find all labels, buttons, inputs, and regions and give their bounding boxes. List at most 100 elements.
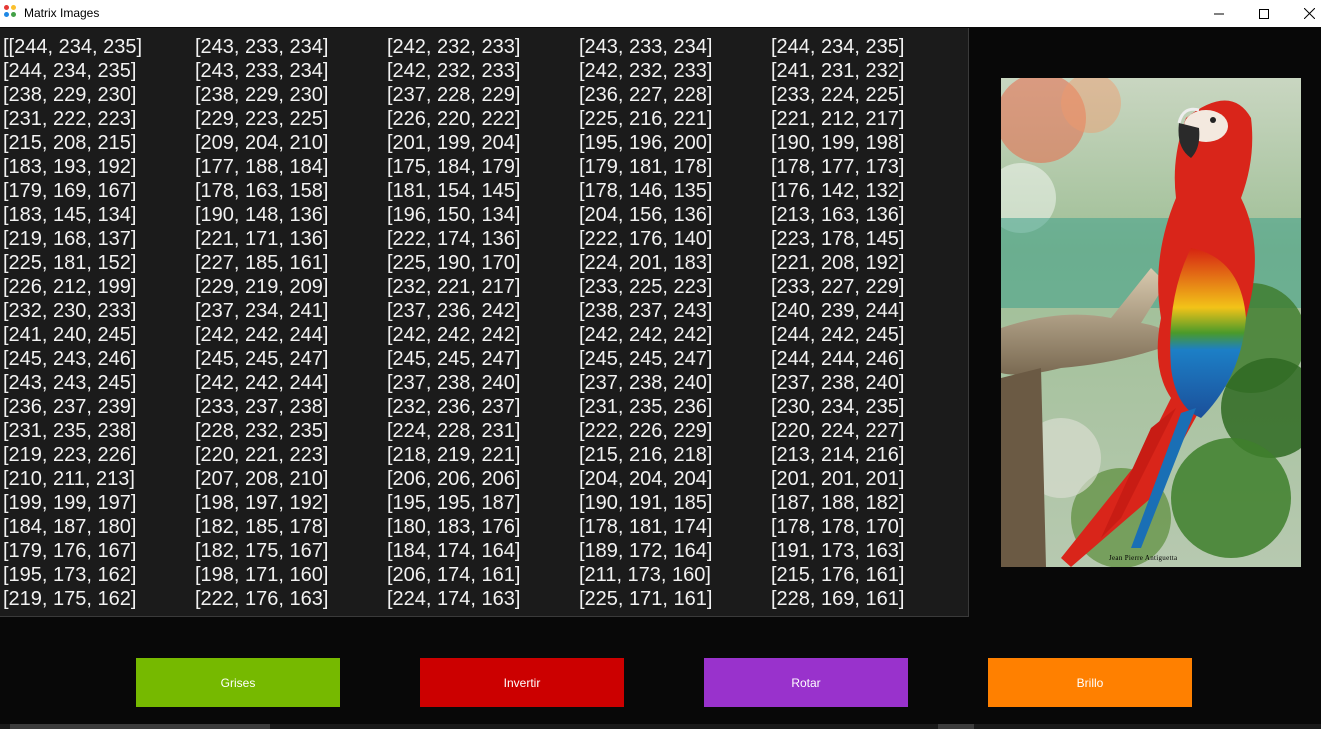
scrollbar-thumb-secondary[interactable]: [938, 724, 974, 729]
matrix-cell: [237, 238, 240]: [579, 372, 713, 394]
matrix-cell: [179, 169, 167]: [3, 180, 137, 202]
matrix-cell: [190, 148, 136]: [195, 204, 329, 226]
matrix-cell: [178, 181, 174]: [579, 516, 713, 538]
rotar-button[interactable]: Rotar: [704, 658, 908, 707]
matrix-cell: [201, 199, 204]: [387, 132, 521, 154]
matrix-cell: [233, 227, 229]: [771, 276, 905, 298]
matrix-cell: [221, 208, 192]: [771, 252, 905, 274]
grises-button[interactable]: Grises: [136, 658, 340, 707]
matrix-cell: [237, 238, 240]: [771, 372, 905, 394]
matrix-cell: [238, 237, 243]: [579, 300, 713, 322]
matrix-cell: [242, 242, 242]: [387, 324, 521, 346]
matrix-cell: [178, 178, 170]: [771, 516, 905, 538]
matrix-cell: [222, 176, 140]: [579, 228, 713, 250]
matrix-cell: [231, 235, 236]: [579, 396, 713, 418]
matrix-cell: [244, 234, 235]: [771, 36, 905, 58]
matrix-cell: [242, 232, 233]: [579, 60, 713, 82]
matrix-cell: [179, 176, 167]: [3, 540, 137, 562]
matrix-cell: [231, 235, 238]: [3, 420, 137, 442]
matrix-cell: [219, 168, 137]: [3, 228, 137, 250]
invertir-button-label: Invertir: [503, 675, 541, 690]
matrix-cell: [211, 173, 160]: [579, 564, 711, 586]
matrix-cell: [237, 238, 240]: [387, 372, 521, 394]
matrix-text-panel[interactable]: [[244, 234, 235] [243, 233, 234] [242, 232…: [0, 28, 969, 617]
matrix-cell: [190, 191, 185]: [579, 492, 713, 514]
matrix-cell: [184, 174, 164]: [387, 540, 521, 562]
matrix-cell: [204, 204, 204]: [579, 468, 713, 490]
matrix-cell: [228, 169, 161]: [771, 588, 905, 610]
matrix-cell: [244, 242, 245]: [771, 324, 905, 346]
title-bar: Matrix Images: [0, 0, 1321, 27]
matrix-cell: [195, 195, 187]: [387, 492, 521, 514]
matrix-cell: [204, 156, 136]: [579, 204, 713, 226]
matrix-cell: [244, 244, 246]: [771, 348, 905, 370]
close-button[interactable]: [1286, 0, 1321, 27]
matrix-cell: [175, 184, 179]: [387, 156, 521, 178]
matrix-cell: [232, 236, 237]: [387, 396, 521, 418]
matrix-cell: [220, 224, 227]: [771, 420, 905, 442]
matrix-cell: [245, 243, 246]: [3, 348, 137, 370]
matrix-cell: [237, 236, 242]: [387, 300, 521, 322]
matrix-cell: [215, 176, 161]: [771, 564, 905, 586]
matrix-cell: [177, 188, 184]: [195, 156, 329, 178]
matrix-cell: [238, 229, 230]: [3, 84, 137, 106]
matrix-cell: [233, 224, 225]: [771, 84, 905, 106]
matrix-cell: [225, 216, 221]: [579, 108, 713, 130]
matrix-cell: [219, 223, 226]: [3, 444, 137, 466]
matrix-cell: [198, 197, 192]: [195, 492, 329, 514]
matrix-cell: [183, 193, 192]: [3, 156, 137, 178]
matrix-cell: [225, 171, 161]: [579, 588, 713, 610]
matrix-cell: [241, 240, 245]: [3, 324, 137, 346]
matrix-cell: [178, 177, 173]: [771, 156, 905, 178]
close-icon: [1303, 8, 1315, 19]
maximize-button[interactable]: [1241, 0, 1287, 27]
matrix-cell: [182, 185, 178]: [195, 516, 329, 538]
matrix-cell: [242, 242, 242]: [579, 324, 713, 346]
matrix-cell: [189, 172, 164]: [579, 540, 713, 562]
matrix-cell: [183, 145, 134]: [3, 204, 137, 226]
matrix-cell: [244, 234, 235]: [3, 60, 137, 82]
matrix-cell: [236, 227, 228]: [579, 84, 713, 106]
matrix-cell: [226, 220, 222]: [387, 108, 521, 130]
matrix-cell: [224, 174, 163]: [387, 588, 521, 610]
matrix-cell: [182, 175, 167]: [195, 540, 329, 562]
matrix-cell: [242, 232, 233]: [387, 60, 521, 82]
matrix-cell: [241, 231, 232]: [771, 60, 905, 82]
invertir-button[interactable]: Invertir: [420, 658, 624, 707]
grises-button-label: Grises: [220, 675, 256, 690]
matrix-cell: [229, 219, 209]: [195, 276, 329, 298]
matrix-cell: [195, 196, 200]: [579, 132, 713, 154]
matrix-cell: [226, 212, 199]: [3, 276, 137, 298]
matrix-cell: [232, 221, 217]: [387, 276, 521, 298]
matrix-cell: [230, 234, 235]: [771, 396, 905, 418]
matrix-cell: [224, 201, 183]: [579, 252, 713, 274]
maximize-icon: [1259, 8, 1269, 19]
matrix-cell: [187, 188, 182]: [771, 492, 905, 514]
matrix-cell: [237, 234, 241]: [195, 300, 329, 322]
matrix-cell: [240, 239, 244]: [771, 300, 905, 322]
matrix-cell: [245, 245, 247]: [579, 348, 713, 370]
app-icon: [4, 5, 18, 19]
matrix-cell: [207, 208, 210]: [195, 468, 329, 490]
minimize-button[interactable]: [1196, 0, 1242, 27]
matrix-cell: [242, 242, 244]: [195, 372, 329, 394]
parrot-image: Jean Pierre Antiguetta: [1001, 78, 1301, 567]
matrix-cell: [222, 174, 136]: [387, 228, 521, 250]
matrix-cell: [176, 142, 132]: [771, 180, 905, 202]
rotar-button-label: Rotar: [791, 675, 821, 690]
scrollbar-thumb[interactable]: [10, 724, 270, 729]
matrix-cell: [218, 219, 221]: [387, 444, 521, 466]
matrix-cell: [222, 176, 163]: [195, 588, 329, 610]
matrix-cell: [245, 245, 247]: [195, 348, 329, 370]
matrix-cell: [227, 185, 161]: [195, 252, 329, 274]
matrix-cell: [178, 163, 158]: [195, 180, 329, 202]
matrix-cell: [201, 201, 201]: [771, 468, 905, 490]
matrix-cell: [233, 225, 223]: [579, 276, 713, 298]
window-title: Matrix Images: [24, 6, 100, 20]
matrix-cell: [206, 206, 206]: [387, 468, 521, 490]
matrix-cell: [209, 204, 210]: [195, 132, 329, 154]
matrix-cell: [232, 230, 233]: [3, 300, 137, 322]
brillo-button[interactable]: Brillo: [988, 658, 1192, 707]
matrix-cell: [219, 175, 162]: [3, 588, 137, 610]
matrix-cell: [215, 208, 215]: [3, 132, 137, 154]
